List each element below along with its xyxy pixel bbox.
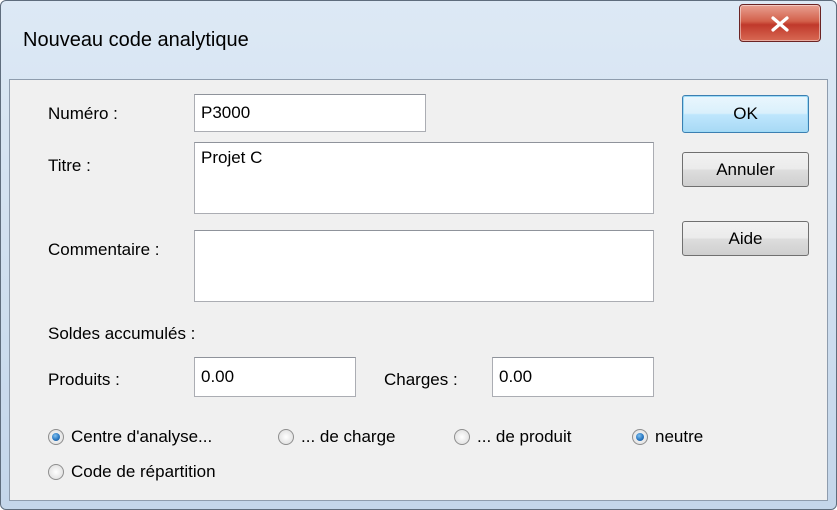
- produits-input[interactable]: [194, 357, 356, 397]
- soldes-label: Soldes accumulés :: [48, 324, 196, 343]
- commentaire-label: Commentaire :: [48, 240, 160, 259]
- window-title: Nouveau code analytique: [23, 29, 249, 51]
- radio-indicator: [278, 429, 294, 445]
- radio-de-produit-label: ... de produit: [477, 427, 572, 446]
- radio-de-charge-label: ... de charge: [301, 427, 396, 446]
- numero-label: Numéro :: [48, 104, 118, 123]
- radio-indicator: [454, 429, 470, 445]
- radio-code-repartition-label: Code de répartition: [71, 462, 216, 481]
- ok-button[interactable]: OK: [682, 95, 809, 133]
- close-icon: [771, 16, 789, 32]
- radio-de-charge[interactable]: ... de charge: [278, 425, 396, 449]
- radio-de-produit[interactable]: ... de produit: [454, 425, 572, 449]
- numero-input[interactable]: [194, 94, 426, 132]
- radio-neutre-label: neutre: [655, 427, 704, 446]
- dialog-client-area: Numéro : Titre : Projet C Commentaire : …: [9, 79, 828, 501]
- title-bar[interactable]: Nouveau code analytique: [1, 1, 836, 79]
- radio-code-repartition[interactable]: Code de répartition: [48, 460, 216, 484]
- help-button[interactable]: Aide: [682, 221, 809, 256]
- produits-label: Produits :: [48, 370, 120, 389]
- titre-label: Titre :: [48, 156, 91, 175]
- radio-centre-analyse[interactable]: Centre d'analyse...: [48, 425, 212, 449]
- commentaire-input[interactable]: [194, 230, 654, 302]
- close-button[interactable]: [739, 4, 821, 42]
- charges-label: Charges :: [384, 370, 458, 389]
- titre-input[interactable]: Projet C: [194, 142, 654, 214]
- radio-centre-analyse-label: Centre d'analyse...: [71, 427, 213, 446]
- radio-indicator: [632, 429, 648, 445]
- dialog-window: Nouveau code analytique Numéro : Titre :…: [0, 0, 837, 510]
- radio-neutre[interactable]: neutre: [632, 425, 703, 449]
- radio-indicator: [48, 464, 64, 480]
- radio-indicator: [48, 429, 64, 445]
- charges-input[interactable]: [492, 357, 654, 397]
- cancel-button[interactable]: Annuler: [682, 152, 809, 187]
